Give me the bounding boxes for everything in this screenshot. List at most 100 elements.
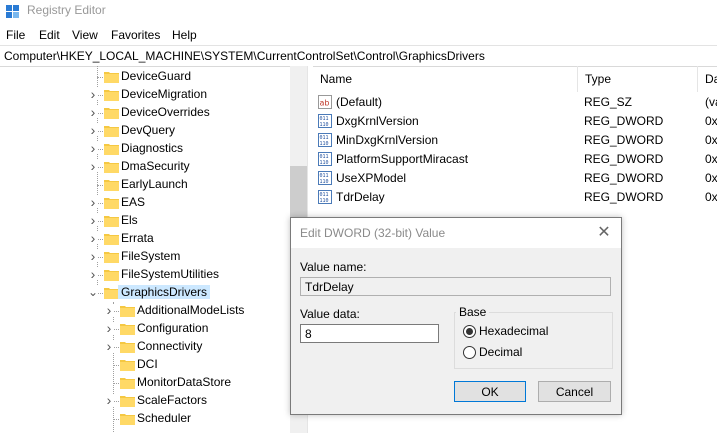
value-type: REG_SZ [584,95,633,109]
chevron-right-icon[interactable]: › [88,141,98,155]
tree-item-label: Diagnostics [121,141,184,155]
tree-item-earlylaunch[interactable]: EarlyLaunch [0,176,290,194]
binary-value-icon: 011 110 [318,133,332,147]
tree-item-els[interactable]: › Els [0,212,290,230]
chevron-right-icon[interactable]: › [88,159,98,173]
folder-icon [120,342,135,353]
folder-icon [104,216,119,227]
chevron-right-icon[interactable]: › [104,339,114,353]
column-header-data[interactable]: Da [698,66,717,92]
tree-item-scheduler[interactable]: Scheduler [0,410,290,428]
close-icon[interactable]: ✕ [593,223,615,243]
column-header-type[interactable]: Type [578,66,698,92]
chevron-right-icon[interactable]: › [88,195,98,209]
folder-icon [104,108,119,119]
address-path[interactable]: Computer\HKEY_LOCAL_MACHINE\SYSTEM\Curre… [4,49,485,63]
dialog-title: Edit DWORD (32-bit) Value [300,226,446,240]
tree-item-configuration[interactable]: › Configuration [0,320,290,338]
decimal-radio[interactable] [463,346,476,359]
binary-value-icon: 011 110 [318,190,332,204]
value-type: REG_DWORD [584,152,664,166]
value-name: TdrDelay [336,190,385,204]
tree-item-label: FileSystemUtilities [121,267,220,281]
value-row[interactable]: 011 110 PlatformSupportMiracast REG_DWORD 0x… [313,150,717,169]
tree-item-label: MonitorDataStore [137,375,232,389]
folder-icon [104,288,119,299]
tree-item-label: Els [121,213,138,227]
tree-item-dci[interactable]: DCI [0,356,290,374]
tree-item-label: GraphicsDrivers [118,285,211,299]
address-bar[interactable]: Computer\HKEY_LOCAL_MACHINE\SYSTEM\Curre… [0,45,717,67]
value-row[interactable]: 011110 MinDxgKrnlVersion REG_DWORD 0x0 [313,131,717,150]
hexadecimal-label[interactable]: Hexadecimal [479,324,548,338]
tree-item-devquery[interactable]: › DevQuery [0,122,290,140]
tree-item-label: DeviceOverrides [121,105,210,119]
tree-item-graphicsdrivers[interactable]: ⌄ GraphicsDrivers [0,284,290,302]
chevron-right-icon[interactable]: › [88,267,98,281]
tree-item-scalefactors[interactable]: › ScaleFactors [0,392,290,410]
svg-text:110: 110 [320,160,329,166]
chevron-down-icon[interactable]: ⌄ [88,286,98,298]
cancel-button[interactable]: Cancel [538,381,611,402]
column-header-name[interactable]: Name [313,66,578,92]
folder-icon [104,180,119,191]
tree-item-label: DeviceGuard [121,69,192,83]
chevron-right-icon[interactable]: › [88,213,98,227]
chevron-right-icon[interactable]: › [88,105,98,119]
tree-item-connectivity[interactable]: › Connectivity [0,338,290,356]
menu-edit[interactable]: Edit [39,28,60,42]
tree-item-devicemigration[interactable]: › DeviceMigration [0,86,290,104]
folder-icon [104,252,119,263]
tree-item-label: Scheduler [137,411,192,425]
value-row[interactable]: 011110 DxgKrnlVersion REG_DWORD 0x0 [313,112,717,131]
title-bar: Registry Editor [0,0,717,24]
folder-icon [120,378,135,389]
tree-item-additionalmodelists[interactable]: › AdditionalModeLists [0,302,290,320]
edit-dword-dialog: Edit DWORD (32-bit) Value ✕ Value name: … [290,217,622,415]
value-data: 0x0 [705,114,717,128]
hexadecimal-radio[interactable] [463,325,476,338]
tree-pane[interactable]: DeviceGuard › DeviceMigration › DeviceOverri… [0,66,290,433]
value-name: DxgKrnlVersion [336,114,419,128]
chevron-right-icon[interactable]: › [88,231,98,245]
value-data: 0x0 [705,152,717,166]
registry-editor-icon [6,5,19,18]
tree-item-label: EarlyLaunch [121,177,188,191]
tree-item-deviceoverrides[interactable]: › DeviceOverrides [0,104,290,122]
tree-item-dmasecurity[interactable]: › DmaSecurity [0,158,290,176]
value-type: REG_DWORD [584,190,664,204]
menu-file[interactable]: File [6,28,25,42]
value-type: REG_DWORD [584,171,664,185]
menu-view[interactable]: View [72,28,98,42]
value-name: PlatformSupportMiracast [336,152,469,166]
menu-help[interactable]: Help [172,28,197,42]
tree-item-deviceguard[interactable]: DeviceGuard [0,68,290,86]
menu-favorites[interactable]: Favorites [111,28,160,42]
chevron-right-icon[interactable]: › [88,249,98,263]
ok-button[interactable]: OK [454,381,526,402]
tree-item-monitordatastore[interactable]: MonitorDataStore [0,374,290,392]
column-name-label: Name [320,72,353,86]
tree-item-eas[interactable]: › EAS [0,194,290,212]
folder-icon [104,198,119,209]
window-title: Registry Editor [27,3,106,17]
chevron-right-icon[interactable]: › [104,303,114,317]
tree-item-label: Errata [121,231,154,245]
folder-icon [104,144,119,155]
chevron-right-icon[interactable]: › [104,321,114,335]
value-name-field[interactable] [300,277,611,296]
value-row[interactable]: 011110 TdrDelay REG_DWORD 0x0 [313,188,717,207]
tree-item-filesystem[interactable]: › FileSystem [0,248,290,266]
tree-item-errata[interactable]: › Errata [0,230,290,248]
decimal-label[interactable]: Decimal [479,345,522,359]
chevron-right-icon[interactable]: › [88,123,98,137]
chevron-right-icon[interactable]: › [88,87,98,101]
folder-icon [120,414,135,425]
value-data-field[interactable] [300,324,439,343]
value-row[interactable]: 011110 UseXPModel REG_DWORD 0x0 [313,169,717,188]
tree-item-filesystemutilities[interactable]: › FileSystemUtilities [0,266,290,284]
chevron-right-icon[interactable]: › [104,393,114,407]
value-row[interactable]: ab (Default) REG_SZ (va [313,93,717,112]
tree-item-label: DmaSecurity [121,159,190,173]
tree-item-diagnostics[interactable]: › Diagnostics [0,140,290,158]
